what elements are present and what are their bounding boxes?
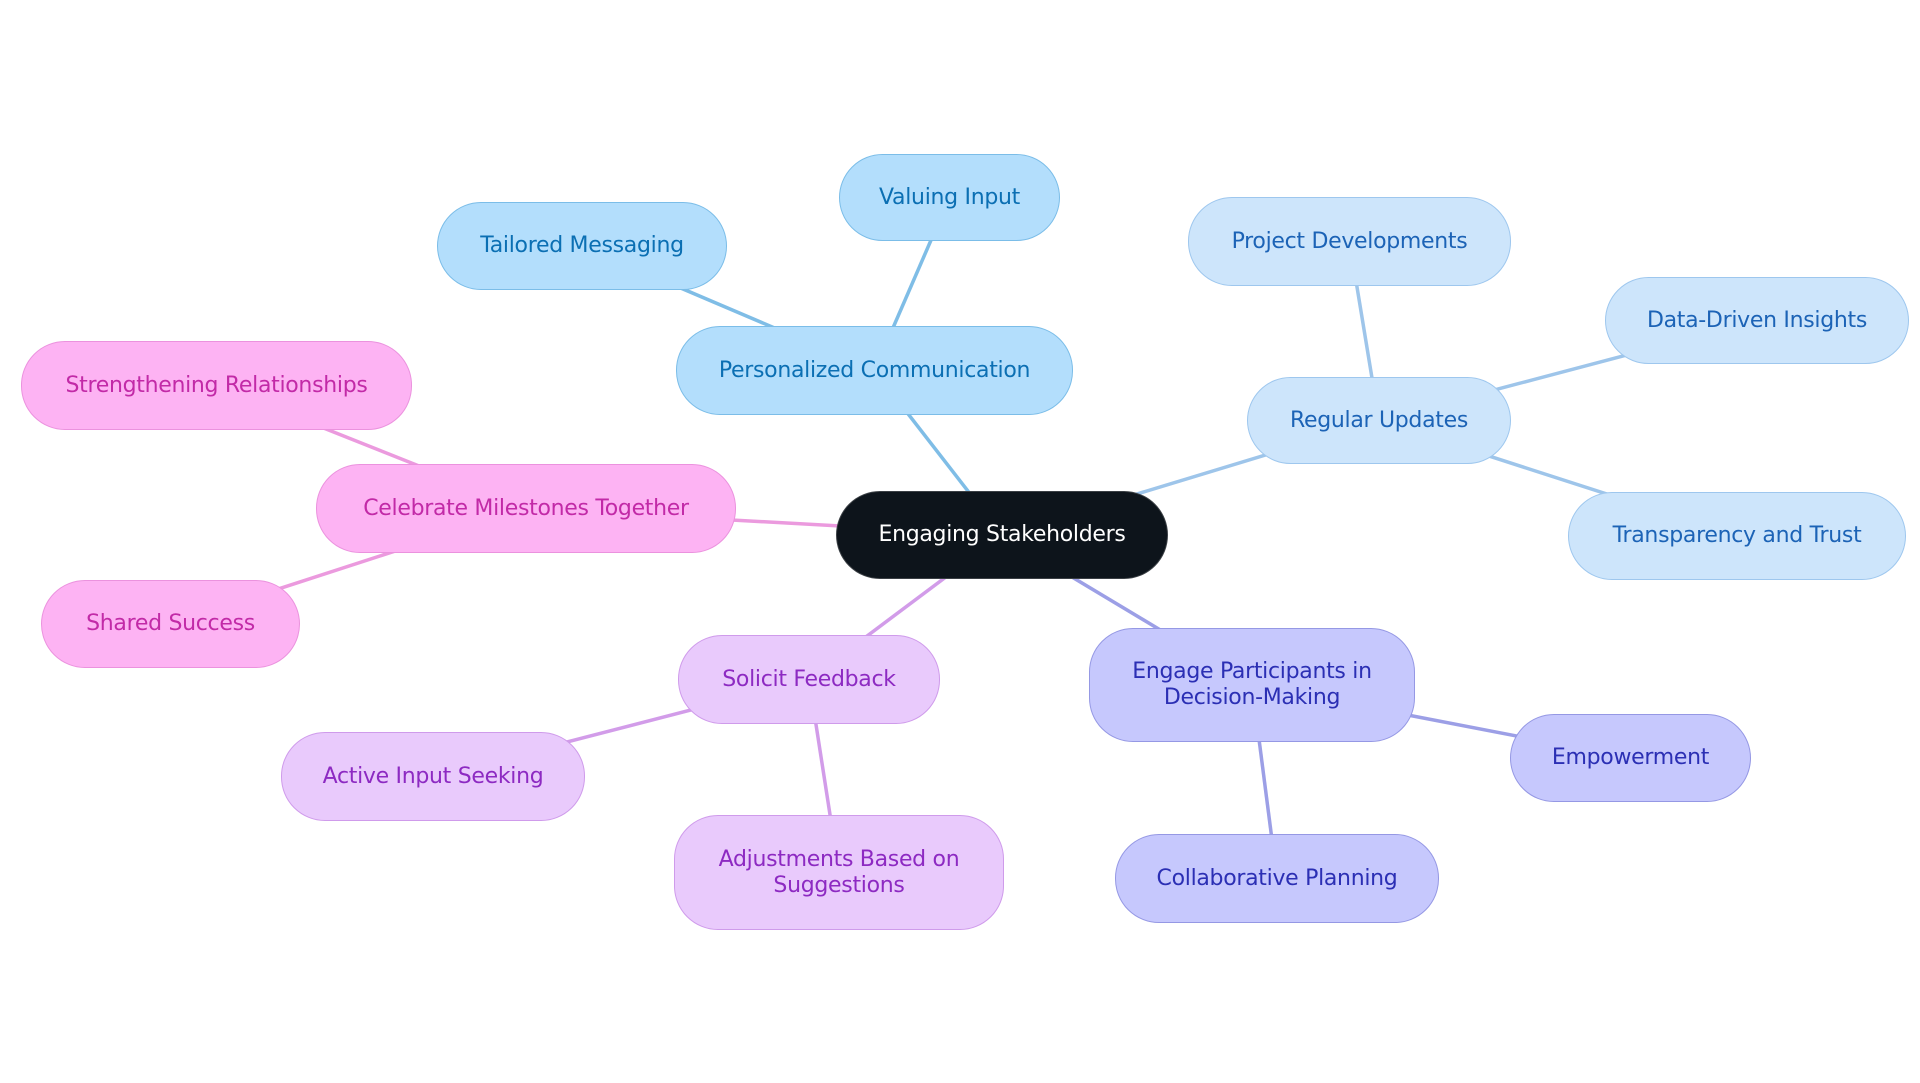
node-label: Adjustments Based on Suggestions xyxy=(718,846,960,898)
leaf-node-collaborative-planning[interactable]: Collaborative Planning xyxy=(1115,834,1439,923)
branch-node-solicit-feedback[interactable]: Solicit Feedback xyxy=(678,635,940,724)
root-node-label: Engaging Stakeholders xyxy=(878,522,1126,547)
leaf-node-data-driven-insights[interactable]: Data-Driven Insights xyxy=(1605,277,1909,364)
node-label: Transparency and Trust xyxy=(1612,523,1862,548)
leaf-node-shared-success[interactable]: Shared Success xyxy=(41,580,300,668)
leaf-node-empowerment[interactable]: Empowerment xyxy=(1510,714,1751,802)
branch-node-regular-updates[interactable]: Regular Updates xyxy=(1247,377,1511,464)
leaf-node-project-developments[interactable]: Project Developments xyxy=(1188,197,1511,286)
leaf-node-adjustments-based-on-suggestions[interactable]: Adjustments Based on Suggestions xyxy=(674,815,1004,930)
node-label: Project Developments xyxy=(1231,228,1468,254)
branch-node-engage-participants[interactable]: Engage Participants in Decision-Making xyxy=(1089,628,1415,742)
branch-node-celebrate-milestones[interactable]: Celebrate Milestones Together xyxy=(316,464,736,553)
node-label: Active Input Seeking xyxy=(322,763,544,789)
leaf-node-strengthening-relationships[interactable]: Strengthening Relationships xyxy=(21,341,412,430)
leaf-node-transparency-and-trust[interactable]: Transparency and Trust xyxy=(1568,492,1906,580)
node-label: Shared Success xyxy=(86,611,255,636)
leaf-node-valuing-input[interactable]: Valuing Input xyxy=(839,154,1060,241)
node-label: Celebrate Milestones Together xyxy=(363,495,689,521)
node-label: Engage Participants in Decision-Making xyxy=(1132,659,1372,710)
node-label: Tailored Messaging xyxy=(480,233,684,258)
node-label: Collaborative Planning xyxy=(1156,865,1398,891)
node-label: Regular Updates xyxy=(1289,407,1468,433)
node-label: Data-Driven Insights xyxy=(1646,307,1868,333)
branch-node-personalized-communication[interactable]: Personalized Communication xyxy=(676,326,1073,415)
node-label: Valuing Input xyxy=(879,184,1020,210)
node-label: Personalized Communication xyxy=(718,357,1031,383)
leaf-node-tailored-messaging[interactable]: Tailored Messaging xyxy=(437,202,727,290)
node-label: Empowerment xyxy=(1551,745,1710,770)
node-label: Solicit Feedback xyxy=(722,666,896,692)
leaf-node-active-input-seeking[interactable]: Active Input Seeking xyxy=(281,732,585,821)
root-node[interactable]: Engaging Stakeholders xyxy=(836,491,1168,579)
node-label: Strengthening Relationships xyxy=(65,372,368,398)
